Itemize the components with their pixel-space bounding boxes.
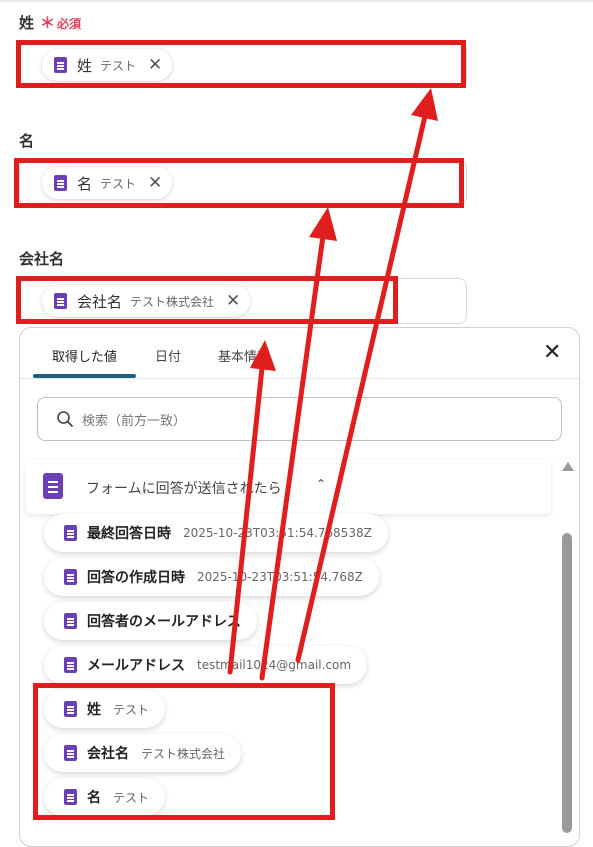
value-tag[interactable]: 名 テスト ✕ xyxy=(42,167,173,199)
close-icon[interactable]: ✕ xyxy=(226,292,240,310)
field-label-first-name: 名 xyxy=(19,132,35,150)
active-tab-indicator xyxy=(33,374,136,378)
form-icon xyxy=(64,745,77,761)
required-text: 必須 xyxy=(57,17,82,31)
item-name: 回答者のメールアドレス xyxy=(87,614,241,630)
item-value: testmail1024@gmail.com xyxy=(197,658,352,672)
tag-value: テスト xyxy=(100,58,137,73)
search-input[interactable]: 検索（前方一致） xyxy=(37,397,562,441)
value-tag[interactable]: 会社名 テスト株式会社 ✕ xyxy=(42,285,251,317)
form-icon xyxy=(64,657,77,673)
scroll-up-arrow[interactable] xyxy=(562,462,574,471)
section-label: フォームに回答が送信されたら xyxy=(86,481,282,497)
top-divider xyxy=(0,0,593,2)
item-name: 姓 xyxy=(87,702,101,718)
trigger-section-header[interactable]: フォームに回答が送信されたら ⌃ xyxy=(26,460,551,514)
form-icon xyxy=(64,613,77,629)
tag-name: 名 xyxy=(77,174,93,193)
list-item[interactable]: 会社名 テスト株式会社 xyxy=(44,734,242,772)
tag-name: 会社名 xyxy=(77,292,123,311)
item-value: テスト xyxy=(113,702,150,717)
close-icon[interactable]: ✕ xyxy=(148,174,162,192)
tabs-divider xyxy=(20,378,579,379)
search-placeholder: 検索（前方一致） xyxy=(82,414,187,429)
arrowhead xyxy=(309,207,337,241)
tag-value: テスト株式会社 xyxy=(130,294,215,309)
tab-date[interactable]: 日付 xyxy=(155,346,181,365)
arrowhead xyxy=(411,88,438,121)
item-name: 回答の作成日時 xyxy=(87,570,185,586)
list-item[interactable]: 回答の作成日時 2025-10-23T03:51:54.768Z xyxy=(44,558,379,596)
form-icon xyxy=(64,569,77,585)
list-item[interactable]: 回答者のメールアドレス xyxy=(44,602,257,640)
tag-value: テスト xyxy=(100,176,137,191)
first-name-input[interactable]: 名 テスト ✕ xyxy=(19,160,467,206)
item-name: 最終回答日時 xyxy=(87,526,171,542)
item-value: 2025-10-23T03:51:54.768Z xyxy=(197,570,363,584)
tab-acquired-values[interactable]: 取得した値 xyxy=(52,346,117,365)
close-icon[interactable]: ✕ xyxy=(148,56,162,74)
form-icon xyxy=(54,293,67,309)
list-item[interactable]: 名 テスト xyxy=(44,778,166,816)
form-icon xyxy=(64,525,77,541)
item-name: 会社名 xyxy=(87,746,129,762)
item-value: テスト株式会社 xyxy=(141,746,226,761)
form-icon xyxy=(54,175,67,191)
list-item[interactable]: 最終回答日時 2025-10-23T03:51:54.768538Z xyxy=(44,514,388,552)
value-picker-panel: 取得した値 日付 基本情報 ✕ 検索（前方一致） フォームに回答が送信されたら … xyxy=(19,327,580,847)
value-tag[interactable]: 姓 テスト ✕ xyxy=(42,49,173,81)
chevron-up-icon[interactable]: ⌃ xyxy=(316,477,326,491)
form-icon xyxy=(64,701,77,717)
item-name: メールアドレス xyxy=(87,658,185,674)
tab-basic-info[interactable]: 基本情報 xyxy=(218,346,270,365)
last-name-input[interactable]: 姓 テスト ✕ xyxy=(19,42,467,88)
form-icon xyxy=(64,789,77,805)
list-item[interactable]: 姓 テスト xyxy=(44,690,166,728)
tag-name: 姓 xyxy=(77,56,93,75)
field-label-company: 会社名 xyxy=(19,250,65,268)
form-icon xyxy=(43,473,63,499)
scrollbar-thumb[interactable] xyxy=(562,533,572,833)
list-item[interactable]: メールアドレス testmail1024@gmail.com xyxy=(44,646,368,684)
field-label-text: 姓 xyxy=(19,14,35,32)
form-icon xyxy=(54,57,67,73)
close-icon[interactable]: ✕ xyxy=(543,342,561,364)
required-star: ＊ xyxy=(40,14,56,32)
field-label-last-name: 姓 ＊必須 xyxy=(19,12,81,33)
company-input[interactable]: 会社名 テスト株式会社 ✕ xyxy=(19,278,467,324)
item-value: テスト xyxy=(113,790,150,805)
item-value: 2025-10-23T03:51:54.768538Z xyxy=(183,526,372,540)
search-icon xyxy=(57,411,73,427)
item-name: 名 xyxy=(87,790,101,806)
